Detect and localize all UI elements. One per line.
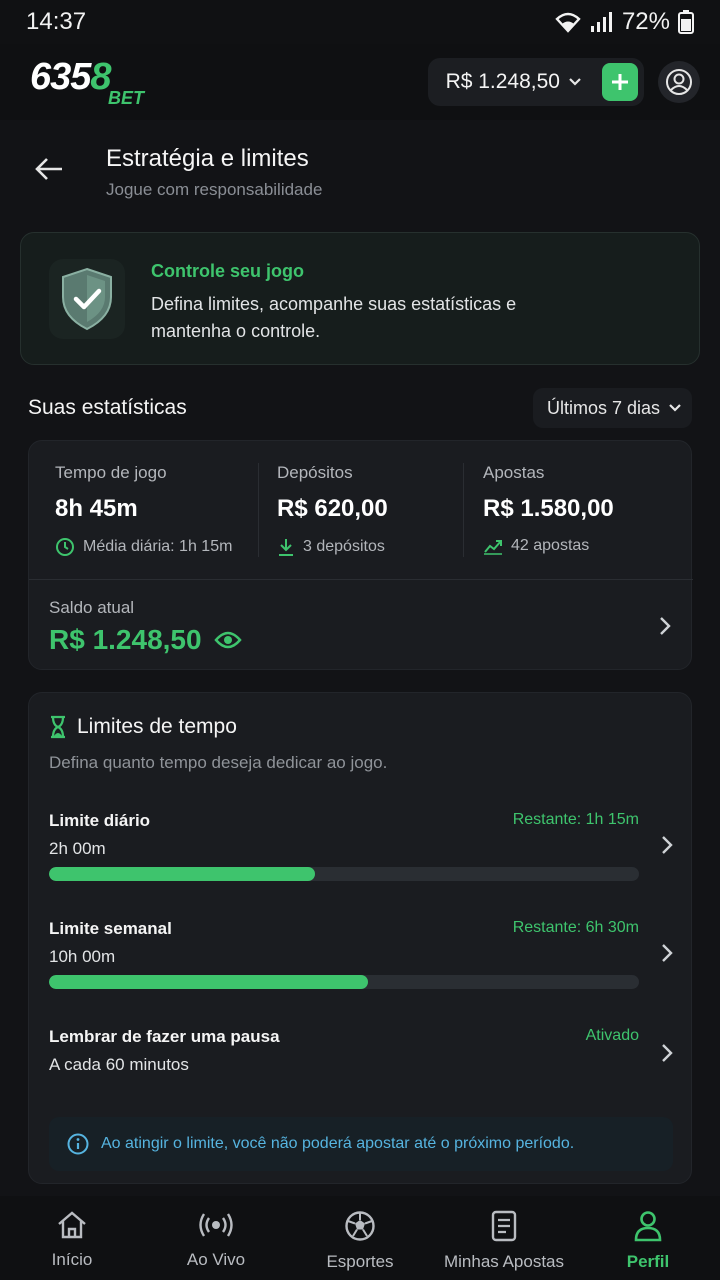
- download-icon: [279, 539, 293, 556]
- status-bar: 14:37 72%: [0, 0, 720, 44]
- user-icon: [634, 1211, 662, 1242]
- period-dropdown[interactable]: Últimos 7 dias: [532, 388, 692, 428]
- home-icon: [58, 1211, 86, 1239]
- stat-playtime: Tempo de jogo 8h 45m Média diária: 1h 15…: [55, 463, 232, 557]
- page-subtitle: Jogue com responsabilidade: [106, 180, 323, 199]
- stat-foot: Média diária: 1h 15m: [55, 537, 232, 557]
- balance-label: Saldo atual: [49, 598, 135, 617]
- clock-icon: [56, 538, 74, 556]
- top-actions: R$ 1.248,50: [427, 58, 700, 106]
- nav-sports[interactable]: Esportes: [288, 1196, 432, 1280]
- stat-label: Tempo de jogo: [55, 463, 167, 482]
- limit-name: Lembrar de fazer uma pausa: [49, 1027, 280, 1046]
- limit-value: A cada 60 minutos: [49, 1055, 189, 1074]
- progress-fill: [49, 975, 368, 989]
- stat-label: Apostas: [483, 463, 545, 482]
- brand-logo[interactable]: 6358 BET: [30, 52, 160, 112]
- limit-value: 2h 00m: [49, 839, 106, 858]
- page-header: Estratégia e limites Jogue com responsab…: [0, 120, 720, 220]
- chevron-right-icon: [660, 617, 671, 635]
- banner-title: Controle seu jogo: [151, 261, 304, 281]
- progress-track: [49, 867, 639, 881]
- limit-name: Limite diário: [49, 811, 151, 830]
- signal-icon: [590, 12, 612, 32]
- arrow-left-icon: [35, 158, 62, 180]
- progress-track: [49, 975, 639, 989]
- balance-row[interactable]: Saldo atual R$ 1.248,50: [29, 580, 693, 670]
- nav-home[interactable]: Início: [0, 1196, 144, 1280]
- eye-icon[interactable]: [213, 630, 242, 650]
- receipt-icon: [491, 1210, 517, 1242]
- divider: [463, 463, 464, 557]
- nav-profile[interactable]: Perfil: [576, 1196, 720, 1280]
- stat-bets: Apostas R$ 1.580,00 42 apostas: [483, 463, 614, 555]
- chevron-right-icon: [662, 944, 673, 962]
- balance-amount: R$ 1.248,50: [445, 70, 560, 93]
- balance-selector[interactable]: R$ 1.248,50: [427, 58, 644, 106]
- nav-live[interactable]: Ao Vivo: [144, 1196, 288, 1280]
- nav-my-bets[interactable]: Minhas Apostas: [432, 1196, 576, 1280]
- stat-value: R$ 1.580,00: [483, 495, 614, 522]
- limit-remaining: Restante: 6h 30m: [512, 919, 639, 936]
- plus-icon: [612, 74, 628, 90]
- divider: [258, 463, 259, 557]
- control-banner: Controle seu jogo Defina limites, acompa…: [20, 232, 700, 365]
- progress-fill: [49, 867, 315, 881]
- top-bar: 6358 BET R$ 1.248,50: [0, 44, 720, 120]
- daily-limit-row[interactable]: Limite diário 2h 00m Restante: 1h 15m: [49, 811, 673, 891]
- logo-bet: BET: [108, 88, 144, 108]
- stats-header: Suas estatísticas Últimos 7 dias: [28, 388, 692, 428]
- stats-card: Tempo de jogo 8h 45m Média diária: 1h 15…: [28, 440, 693, 670]
- stat-deposits: Depósitos R$ 620,00 3 depósitos: [277, 463, 388, 557]
- stat-value: R$ 620,00: [277, 495, 388, 522]
- limits-title: Limites de tempo: [49, 715, 237, 739]
- soccer-ball-icon: [345, 1211, 375, 1241]
- deposit-button[interactable]: [602, 63, 638, 101]
- trend-icon: [484, 540, 502, 555]
- stat-foot: 3 depósitos: [277, 537, 388, 557]
- hourglass-icon: [51, 715, 65, 739]
- stat-label: Depósitos: [277, 463, 353, 482]
- chevron-right-icon: [662, 1044, 673, 1062]
- logo-number: 6358: [30, 56, 112, 98]
- reminder-status: Ativado: [585, 1027, 639, 1044]
- limit-name: Limite semanal: [49, 919, 172, 938]
- limits-subtitle: Defina quanto tempo deseja dedicar ao jo…: [49, 753, 388, 772]
- chevron-right-icon: [662, 836, 673, 854]
- info-icon: [67, 1133, 89, 1155]
- weekly-limit-row[interactable]: Limite semanal 10h 00m Restante: 6h 30m: [49, 919, 673, 999]
- shield-check-icon: [62, 267, 112, 331]
- limit-value: 10h 00m: [49, 947, 116, 966]
- wifi-icon: [555, 12, 581, 33]
- profile-avatar-button[interactable]: [658, 61, 700, 103]
- chevron-down-icon: [569, 78, 581, 86]
- live-broadcast-icon: [199, 1213, 233, 1237]
- chevron-down-icon: [669, 404, 681, 412]
- limit-info-notice: Ao atingir o limite, você não poderá apo…: [49, 1117, 673, 1171]
- stat-foot: 42 apostas: [483, 537, 614, 555]
- status-time: 14:37: [26, 8, 87, 35]
- time-limits-card: Limites de tempo Defina quanto tempo des…: [28, 692, 692, 1184]
- battery-icon: [678, 10, 694, 34]
- balance-value: R$ 1.248,50: [49, 624, 242, 656]
- limit-remaining: Restante: 1h 15m: [512, 811, 639, 828]
- stat-value: 8h 45m: [55, 495, 138, 522]
- back-button[interactable]: [34, 156, 70, 186]
- bottom-nav: Início Ao Vivo Esportes Minhas Apostas P…: [0, 1196, 720, 1280]
- period-label: Últimos 7 dias: [546, 397, 660, 418]
- user-icon: [666, 69, 692, 95]
- banner-text: Defina limites, acompanhe suas estatísti…: [151, 294, 517, 341]
- shield-badge: [49, 259, 125, 339]
- battery-percent: 72%: [621, 8, 670, 35]
- status-icons: 72%: [554, 8, 694, 36]
- stats-title: Suas estatísticas: [28, 396, 187, 419]
- break-reminder-row[interactable]: Lembrar de fazer uma pausa A cada 60 min…: [49, 1027, 673, 1087]
- page-title: Estratégia e limites: [106, 145, 309, 172]
